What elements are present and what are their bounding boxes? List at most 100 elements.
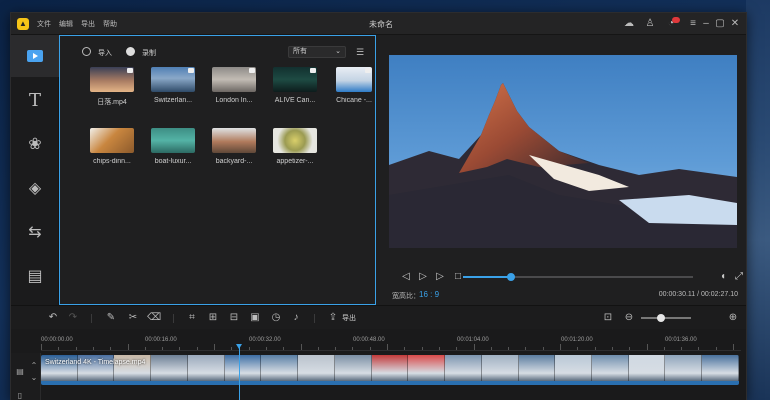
pencil-icon[interactable]: ✎	[105, 312, 117, 324]
zoom-out-icon[interactable]: ⊖	[623, 312, 635, 324]
mountain-scene-image	[389, 83, 737, 248]
video-preview[interactable]	[389, 55, 737, 248]
zoom-in-icon[interactable]: ⊕	[727, 312, 739, 324]
ruler-tick	[110, 347, 112, 350]
rail-text-button[interactable]: T	[11, 79, 59, 121]
aspect-ratio-label: 宽高比：	[392, 293, 420, 300]
import-button[interactable]: 导入	[98, 48, 112, 58]
chevron-down-icon: ⌄	[335, 48, 341, 55]
media-item-label: appetizer-...	[276, 158, 314, 165]
cloud-sync-icon[interactable]: ☁	[622, 17, 636, 31]
rail-overlays-button[interactable]: ◈	[11, 167, 59, 209]
menu-help[interactable]: 帮助	[103, 19, 117, 29]
microphone-icon[interactable]: ♪	[290, 312, 302, 324]
ruler-tick	[473, 344, 475, 350]
freeze-frame-icon[interactable]: ▣	[249, 312, 261, 324]
delete-icon[interactable]: ⌫	[147, 312, 161, 324]
maximize-icon[interactable]: ▢	[713, 17, 727, 31]
media-item[interactable]: Switzerlan...	[151, 67, 201, 104]
crop-icon[interactable]: ⌗	[186, 312, 198, 324]
clip-frame-thumbnail	[445, 355, 482, 381]
video-badge-icon	[127, 68, 133, 73]
media-item[interactable]: chips-dinn...	[90, 128, 140, 165]
playback-progress-slider[interactable]	[463, 273, 693, 281]
media-item-label: Switzerlan...	[153, 97, 193, 104]
rail-elements-button[interactable]: ▤	[11, 255, 59, 297]
track-visibility-icon[interactable]: ⌄	[29, 373, 39, 383]
edit-toolbar: ↶ ↷ ✎ ✂ ⌫ ⌗ ⊞ ⊟ ▣ ◷ ♪ ⇪ 导出 ⊡ ⊖ ⊕	[11, 305, 746, 329]
clip-frame-thumbnail	[408, 355, 446, 381]
ruler-tick	[438, 347, 440, 350]
ruler-tick-label: 00:00:32.00	[249, 337, 281, 343]
rail-filters-button[interactable]: ❀	[11, 123, 59, 165]
ruler-tick	[629, 347, 631, 350]
media-item[interactable]: ALIVE Can...	[273, 67, 323, 104]
ruler-tick	[352, 347, 354, 350]
overlays-icon: ◈	[28, 180, 42, 197]
toolbar-divider	[314, 314, 315, 323]
ruler-tick	[283, 347, 285, 350]
track-lock-icon[interactable]: ⌃	[29, 361, 39, 371]
export-button[interactable]: 导出	[342, 313, 356, 323]
menu-file[interactable]: 文件	[37, 19, 51, 29]
media-item[interactable]: London In...	[212, 67, 262, 104]
clip-frame-thumbnail	[298, 355, 335, 381]
ruler-tick	[577, 347, 579, 350]
media-item[interactable]: backyard-...	[212, 128, 262, 165]
timeline-zoom-slider[interactable]	[641, 314, 691, 322]
user-icon[interactable]: ♙	[643, 17, 657, 31]
scissors-icon[interactable]: ✂	[127, 312, 139, 324]
fit-timeline-icon[interactable]: ⊡	[602, 312, 614, 324]
video-clip[interactable]	[41, 355, 739, 385]
toolbar-divider	[173, 314, 174, 323]
speed-icon[interactable]: ◷	[270, 312, 282, 324]
menu-export[interactable]: 导出	[81, 19, 95, 29]
step-forward-icon[interactable]: ▷	[434, 271, 446, 283]
list-view-icon[interactable]: ☰	[354, 46, 366, 58]
minimize-icon[interactable]: –	[699, 17, 713, 31]
playback-timecode: 00:00:30.11 / 00:02:27.10	[658, 291, 738, 298]
clip-frame-thumbnail	[151, 355, 188, 381]
title-bar: ▲ 文件 编辑 导出 帮助 未命名 ☁ ♙ ◔ ≡ – ▢ ✕	[11, 13, 746, 35]
ruler-tick-label: 00:00:16.00	[145, 337, 177, 343]
media-item[interactable]: appetizer-...	[273, 128, 323, 165]
timeline-ruler[interactable]: 00:00:00.00 00:00:16.00 00:00:32.00 00:0…	[41, 335, 741, 351]
resize-icon[interactable]: ⊞	[207, 312, 219, 324]
ruler-tick	[733, 344, 734, 350]
mosaic-icon[interactable]: ⊟	[228, 312, 240, 324]
record-button[interactable]: 录制	[142, 48, 156, 58]
timeline-zoom-handle[interactable]	[657, 314, 665, 322]
playhead-handle-icon[interactable]	[236, 344, 242, 349]
playback-progress-handle[interactable]	[507, 273, 516, 281]
media-thumbnail	[151, 128, 195, 153]
close-icon[interactable]: ✕	[728, 17, 742, 31]
rail-transitions-button[interactable]: ⇆	[11, 211, 59, 253]
media-item[interactable]: 日落.mp4	[90, 67, 140, 107]
ruler-tick	[248, 347, 250, 350]
clip-frame-thumbnail	[224, 355, 262, 381]
play-icon[interactable]: ▷	[417, 271, 429, 283]
aspect-ratio-value[interactable]: 16 : 9	[419, 290, 439, 299]
desktop-wallpaper-edge	[746, 0, 770, 400]
preview-panel: ◁ ▷ ▷ □ ◖ ⤢ 宽高比： 16 : 9 00:00:30.11 / 00…	[377, 35, 746, 305]
clip-frame-thumbnail	[665, 355, 703, 381]
ruler-tick	[127, 344, 129, 350]
redo-icon[interactable]: ↷	[67, 312, 79, 324]
media-item-label: boat-luxur...	[154, 158, 192, 165]
step-back-icon[interactable]: ◁	[400, 271, 412, 283]
clip-frame-thumbnail	[187, 355, 225, 381]
volume-icon[interactable]: ◖	[717, 271, 729, 283]
export-icon[interactable]: ⇪	[327, 312, 339, 324]
ruler-tick-label: 00:01:36.00	[665, 337, 697, 343]
menu-edit[interactable]: 编辑	[59, 19, 73, 29]
media-item-label: backyard-...	[215, 158, 253, 165]
playhead[interactable]	[239, 345, 240, 400]
rail-media-button[interactable]	[11, 35, 59, 77]
fullscreen-icon[interactable]: ⤢	[733, 271, 745, 283]
menu-icon[interactable]: ≡	[686, 17, 700, 31]
media-item[interactable]: boat-luxur...	[151, 128, 201, 165]
media-filter-select[interactable]: 所有 ⌄	[288, 46, 346, 58]
text-icon: T	[28, 89, 41, 111]
undo-icon[interactable]: ↶	[47, 312, 59, 324]
ruler-tick	[421, 347, 423, 350]
